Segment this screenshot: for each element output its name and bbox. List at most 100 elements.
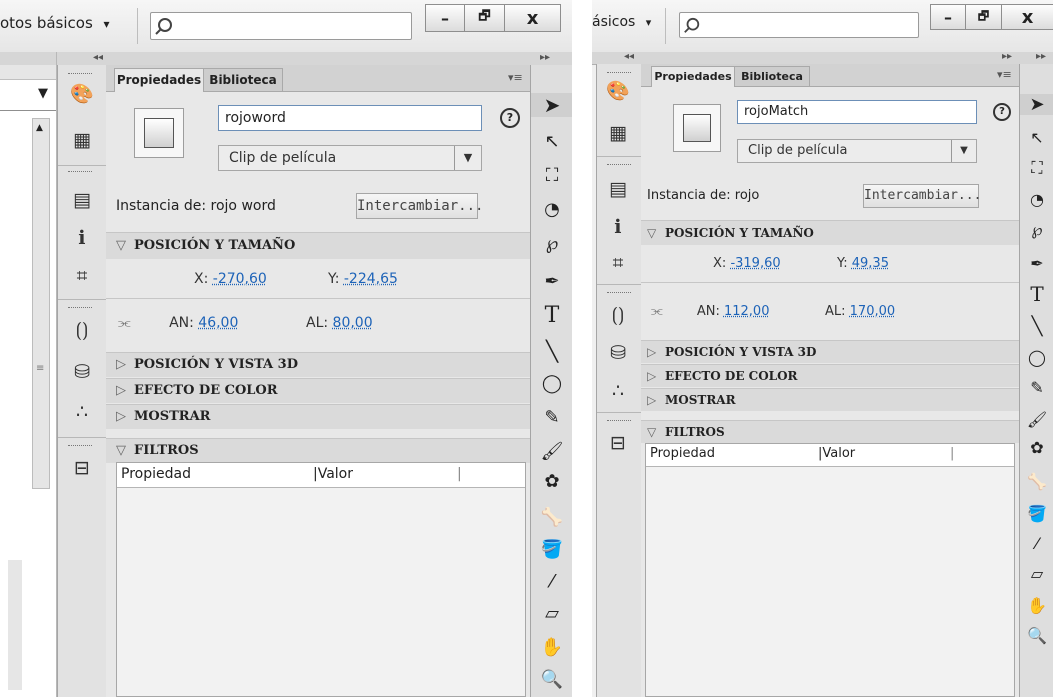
section-display[interactable]: ▷ MOSTRAR	[641, 388, 1019, 411]
scroll-up-icon[interactable]: ▲	[36, 123, 43, 133]
bone-tool-icon[interactable]: 🦴	[1020, 472, 1053, 491]
workspace-switcher[interactable]: otos básicos ▾	[0, 14, 110, 32]
actions-icon[interactable]: ⟮⟯	[69, 317, 95, 343]
deco-tool-icon[interactable]: ✿	[531, 471, 572, 492]
dock-grip[interactable]	[607, 420, 631, 423]
swatches-icon[interactable]: ▦	[605, 120, 631, 146]
width-value[interactable]: 112,00	[724, 304, 770, 319]
paint-bucket-icon[interactable]: 🪣	[531, 539, 572, 560]
swap-button[interactable]: Intercambiar...	[356, 193, 483, 219]
info-icon[interactable]: ℹ	[605, 214, 631, 240]
height-value[interactable]: 80,00	[333, 315, 373, 331]
transform-icon[interactable]: ⌗	[69, 263, 95, 289]
lock-aspect-icon[interactable]: ⫘	[651, 304, 663, 319]
height-value[interactable]: 170,00	[850, 304, 896, 319]
text-tool-icon[interactable]: T	[531, 303, 572, 328]
motion-presets-icon[interactable]: ∴	[69, 399, 95, 425]
column-header-value[interactable]: | Valor	[818, 446, 855, 461]
search-input[interactable]	[150, 12, 412, 40]
tab-properties[interactable]: Propiedades	[651, 66, 735, 87]
collapse-left-icon[interactable]: ◂◂	[93, 52, 103, 63]
hand-tool-icon[interactable]: ✋	[1020, 596, 1053, 615]
scrollbar[interactable]: ▲ ≡	[32, 118, 50, 489]
section-position-size[interactable]: ▽ POSICIÓN Y TAMAÑO	[106, 232, 530, 259]
dock-grip[interactable]	[68, 445, 92, 448]
color-palette-icon[interactable]: 🎨	[69, 81, 95, 107]
components-icon[interactable]: ⛁	[605, 340, 631, 366]
minimize-button[interactable]: –	[425, 4, 465, 32]
brush-tool-icon[interactable]: 🖌	[531, 441, 572, 462]
section-3d-position[interactable]: ▷ POSICIÓN Y VISTA 3D	[106, 352, 530, 377]
section-display[interactable]: ▷ MOSTRAR	[106, 404, 530, 429]
bone-tool-icon[interactable]: 🦴	[531, 507, 572, 528]
motion-presets-icon[interactable]: ∴	[605, 378, 631, 404]
symbol-type-select[interactable]: Clip de película ▼	[218, 145, 482, 171]
tab-library[interactable]: Biblioteca	[734, 66, 810, 86]
3d-rotation-icon[interactable]: ◔	[1020, 190, 1053, 209]
y-value[interactable]: -224,65	[344, 271, 398, 287]
pencil-tool-icon[interactable]: ✎	[531, 407, 572, 428]
text-tool-icon[interactable]: T	[1020, 282, 1053, 306]
section-filters[interactable]: ▽ FILTROS	[641, 420, 1019, 443]
y-value[interactable]: 49,35	[852, 256, 889, 271]
instance-name-input[interactable]: rojoword	[218, 105, 482, 131]
section-filters[interactable]: ▽ FILTROS	[106, 438, 530, 463]
project-icon[interactable]: ⊟	[69, 455, 95, 481]
selection-tool-icon[interactable]: ➤	[1020, 94, 1053, 115]
swatches-icon[interactable]: ▦	[69, 127, 95, 153]
workspace-switcher[interactable]: ásicos ▾	[592, 14, 651, 30]
align-icon[interactable]: ▤	[69, 187, 95, 213]
collapse-right-icon[interactable]: ▸▸	[1036, 51, 1046, 62]
restore-button[interactable]: 🗗	[465, 4, 505, 32]
pen-tool-icon[interactable]: ✒	[1020, 254, 1053, 273]
actions-icon[interactable]: ⟮⟯	[605, 302, 631, 328]
dock-grip[interactable]	[68, 73, 92, 76]
x-value[interactable]: -270,60	[213, 271, 267, 287]
project-icon[interactable]: ⊟	[605, 430, 631, 456]
dock-grip[interactable]	[68, 307, 92, 310]
close-button[interactable]: x	[1002, 4, 1053, 30]
dock-grip[interactable]	[607, 292, 631, 295]
section-color-effect[interactable]: ▷ EFECTO DE COLOR	[106, 378, 530, 403]
layer-dropdown[interactable]: ▼	[0, 80, 56, 111]
help-icon[interactable]: ?	[993, 103, 1011, 121]
lock-aspect-icon[interactable]: ⫘	[118, 315, 131, 331]
subselection-tool-icon[interactable]: ↖	[531, 131, 572, 152]
dock-grip[interactable]	[68, 171, 92, 174]
components-icon[interactable]: ⛁	[69, 359, 95, 385]
zoom-tool-icon[interactable]: 🔍	[531, 669, 572, 690]
section-3d-position[interactable]: ▷ POSICIÓN Y VISTA 3D	[641, 340, 1019, 363]
oval-tool-icon[interactable]: ◯	[531, 373, 572, 394]
panel-menu-icon[interactable]: ▾≡	[997, 68, 1012, 81]
3d-rotation-icon[interactable]: ◔	[531, 199, 572, 220]
column-header-property[interactable]: Propiedad	[121, 466, 191, 482]
pen-tool-icon[interactable]: ✒	[531, 271, 572, 292]
search-input[interactable]	[679, 12, 919, 38]
collapse-left-icon[interactable]: ◂◂	[624, 51, 634, 62]
minimize-button[interactable]: –	[930, 4, 966, 30]
free-transform-icon[interactable]: ⛶	[1020, 158, 1053, 178]
x-value[interactable]: -319,60	[730, 256, 780, 271]
dock-grip[interactable]	[607, 164, 631, 167]
collapse-right-icon[interactable]: ▸▸	[1002, 51, 1012, 62]
column-header-property[interactable]: Propiedad	[650, 446, 715, 461]
help-icon[interactable]: ?	[500, 108, 520, 128]
deco-tool-icon[interactable]: ✿	[1020, 438, 1053, 457]
panel-menu-icon[interactable]: ▾≡	[508, 71, 523, 84]
width-value[interactable]: 46,00	[198, 315, 238, 331]
tab-library[interactable]: Biblioteca	[203, 68, 283, 91]
eyedropper-icon[interactable]: ⁄	[531, 571, 572, 592]
eyedropper-icon[interactable]: ⁄	[1020, 534, 1053, 553]
column-header-value[interactable]: | Valor	[313, 466, 353, 482]
oval-tool-icon[interactable]: ◯	[1020, 348, 1053, 367]
section-position-size[interactable]: ▽ POSICIÓN Y TAMAÑO	[641, 220, 1019, 245]
info-icon[interactable]: ℹ	[69, 225, 95, 251]
dock-grip[interactable]	[607, 72, 631, 75]
paint-bucket-icon[interactable]: 🪣	[1020, 504, 1053, 523]
brush-tool-icon[interactable]: 🖌	[1020, 410, 1053, 429]
restore-button[interactable]: 🗗	[966, 4, 1002, 30]
zoom-tool-icon[interactable]: 🔍	[1020, 626, 1053, 645]
lasso-icon[interactable]: ℘	[1020, 220, 1053, 239]
symbol-type-select[interactable]: Clip de película ▼	[737, 139, 977, 163]
section-color-effect[interactable]: ▷ EFECTO DE COLOR	[641, 364, 1019, 387]
